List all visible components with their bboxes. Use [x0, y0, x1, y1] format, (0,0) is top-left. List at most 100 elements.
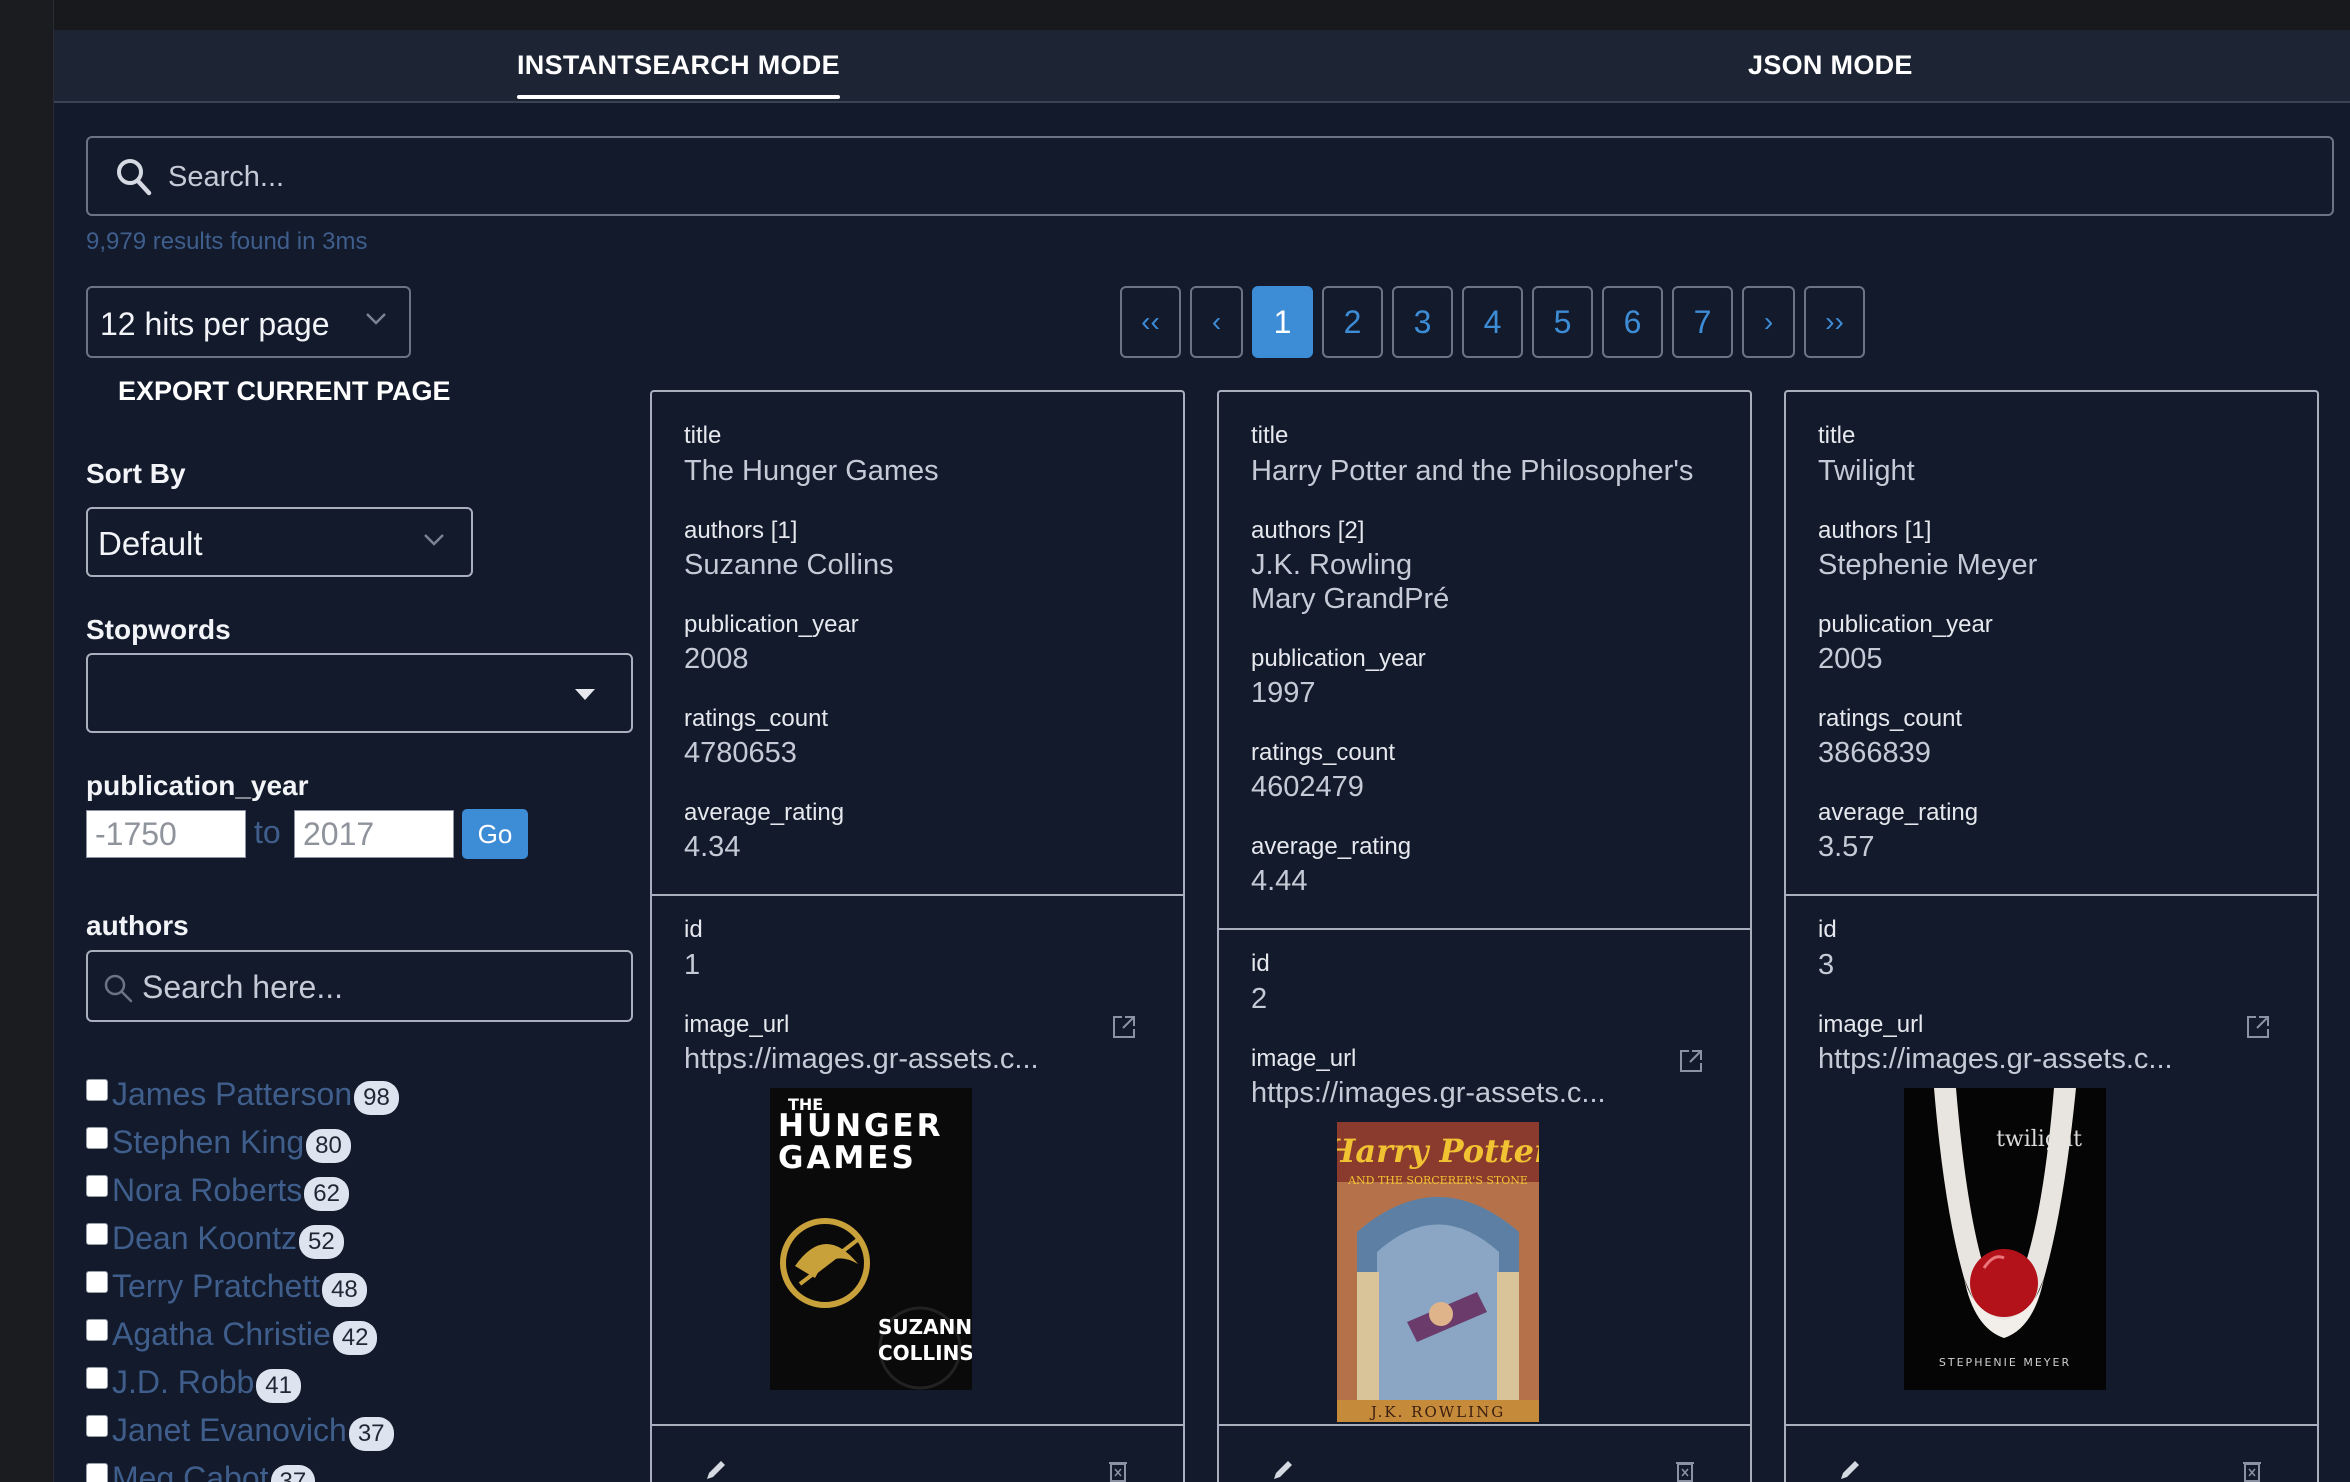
- pagination-page-7[interactable]: 7: [1672, 286, 1733, 358]
- field-label: id: [1818, 916, 1837, 943]
- facet-item-name[interactable]: Stephen King: [112, 1124, 304, 1161]
- facet-checkbox[interactable]: [86, 1127, 108, 1149]
- facet-item-name[interactable]: Terry Pratchett: [112, 1268, 320, 1305]
- open-external-icon[interactable]: [1111, 1014, 1137, 1040]
- hit-publication-year: 2005: [1818, 643, 1883, 675]
- search-icon: [104, 974, 133, 1003]
- edit-pencil-icon[interactable]: [1838, 1458, 1862, 1482]
- facet-item[interactable]: Stephen King 80: [86, 1118, 646, 1166]
- facet-item[interactable]: Janet Evanovich 37: [86, 1406, 646, 1454]
- hit-publication-year: 2008: [684, 643, 749, 675]
- hit-image-url[interactable]: https://images.gr-assets.c...: [1818, 1042, 2288, 1076]
- hit-ratings-count: 4602479: [1251, 771, 1364, 803]
- pagination-next-button[interactable]: ›: [1742, 286, 1795, 358]
- hit-card: title The Hunger Games authors [1] Suzan…: [650, 390, 1185, 1482]
- left-strip: [0, 0, 54, 1482]
- pagination-page-5[interactable]: 5: [1532, 286, 1593, 358]
- facet-item[interactable]: J.D. Robb 41: [86, 1358, 646, 1406]
- facet-checkbox[interactable]: [86, 1223, 108, 1245]
- pagination-page-2[interactable]: 2: [1322, 286, 1383, 358]
- sort-by-value: Default: [98, 525, 203, 562]
- publication-year-max-input[interactable]: [294, 810, 454, 858]
- facet-item-name[interactable]: James Patterson: [112, 1076, 352, 1113]
- hit-author: Mary GrandPré: [1251, 583, 1450, 615]
- delete-icon[interactable]: [1676, 1460, 1694, 1482]
- field-label: publication_year: [1251, 645, 1426, 672]
- search-box[interactable]: [86, 136, 2334, 216]
- range-go-button[interactable]: Go: [462, 809, 528, 859]
- facet-item-count: 48: [322, 1273, 367, 1307]
- hits-per-page-value: 12 hits per page: [100, 306, 330, 342]
- facet-item[interactable]: Meg Cabot 37: [86, 1454, 646, 1482]
- results-stats: 9,979 results found in 3ms: [86, 228, 368, 255]
- field-label: title: [1251, 422, 1289, 449]
- pagination-page-1[interactable]: 1: [1252, 286, 1313, 358]
- hit-card-meta-section: id 3 image_url https://images.gr-assets.…: [1786, 894, 2317, 1424]
- pagination-prev-button[interactable]: ‹: [1190, 286, 1243, 358]
- authors-facet-search-input[interactable]: [142, 964, 612, 1010]
- facet-item-name[interactable]: Nora Roberts: [112, 1172, 302, 1209]
- field-label: id: [1251, 950, 1270, 977]
- caret-down-icon: [575, 689, 595, 700]
- svg-text:SUZANNE: SUZANNE: [878, 1315, 972, 1339]
- hit-image-url[interactable]: https://images.gr-assets.c...: [684, 1042, 1154, 1076]
- hit-card-actions: [1786, 1424, 2317, 1482]
- field-label: authors [1]: [1818, 517, 1932, 544]
- facet-item[interactable]: Agatha Christie 42: [86, 1310, 646, 1358]
- hit-card: title Harry Potter and the Philosopher's…: [1217, 390, 1752, 1482]
- search-input[interactable]: [168, 152, 2268, 202]
- facet-checkbox[interactable]: [86, 1271, 108, 1293]
- book-cover-image: THE HUNGER GAMES SUZANNE COLLINS: [770, 1088, 972, 1390]
- svg-text:GAMES: GAMES: [778, 1140, 917, 1176]
- facet-item[interactable]: Nora Roberts 62: [86, 1166, 646, 1214]
- pagination-last-button[interactable]: ››: [1804, 286, 1865, 358]
- hit-title: Twilight: [1818, 455, 1915, 487]
- stopwords-select[interactable]: [86, 653, 633, 733]
- stopwords-label: Stopwords: [86, 614, 231, 645]
- delete-icon[interactable]: [1109, 1460, 1127, 1482]
- hit-author: J.K. Rowling: [1251, 549, 1413, 581]
- facet-item-name[interactable]: Meg Cabot: [112, 1460, 269, 1482]
- facet-checkbox[interactable]: [86, 1175, 108, 1197]
- authors-facet-label: authors: [86, 910, 189, 941]
- open-external-icon[interactable]: [1678, 1048, 1704, 1074]
- pagination-page-4[interactable]: 4: [1462, 286, 1523, 358]
- hit-image-url[interactable]: https://images.gr-assets.c...: [1251, 1076, 1721, 1110]
- facet-item-name[interactable]: Agatha Christie: [112, 1316, 331, 1353]
- pagination-page-6[interactable]: 6: [1602, 286, 1663, 358]
- facet-item[interactable]: Terry Pratchett 48: [86, 1262, 646, 1310]
- authors-facet-search[interactable]: [86, 950, 633, 1022]
- facet-checkbox[interactable]: [86, 1415, 108, 1437]
- hits-per-page-select[interactable]: 12 hits per page: [86, 286, 411, 358]
- facet-item-count: 37: [270, 1465, 316, 1482]
- facet-item[interactable]: James Patterson 98: [86, 1070, 646, 1118]
- field-label: publication_year: [684, 611, 859, 638]
- pagination-first-button[interactable]: ‹‹: [1120, 286, 1181, 358]
- pagination-page-3[interactable]: 3: [1392, 286, 1453, 358]
- tab-json-mode[interactable]: JSON MODE: [1748, 50, 1913, 81]
- publication-year-min-input[interactable]: [86, 810, 246, 858]
- tab-instantsearch-mode[interactable]: INSTANTSEARCH MODE: [517, 50, 840, 99]
- svg-text:AND THE SORCERER'S STONE: AND THE SORCERER'S STONE: [1347, 1174, 1528, 1187]
- book-cover-image: twilight STEPHENIE MEYER: [1904, 1088, 2106, 1390]
- delete-icon[interactable]: [2243, 1460, 2261, 1482]
- edit-pencil-icon[interactable]: [1271, 1458, 1295, 1482]
- facet-item[interactable]: Dean Koontz 52: [86, 1214, 646, 1262]
- facet-checkbox[interactable]: [86, 1079, 108, 1101]
- open-external-icon[interactable]: [2245, 1014, 2271, 1040]
- field-label: image_url: [1818, 1011, 1924, 1038]
- facet-item-name[interactable]: Janet Evanovich: [112, 1412, 347, 1449]
- export-current-page-button[interactable]: EXPORT CURRENT PAGE: [118, 376, 451, 407]
- facet-item-name[interactable]: Dean Koontz: [112, 1220, 297, 1257]
- facet-item-count: 62: [304, 1177, 349, 1211]
- facet-checkbox[interactable]: [86, 1367, 108, 1389]
- facet-checkbox[interactable]: [86, 1319, 108, 1341]
- facet-item-name[interactable]: J.D. Robb: [112, 1364, 254, 1401]
- sort-by-select[interactable]: Default: [86, 507, 473, 577]
- facet-checkbox[interactable]: [86, 1463, 108, 1482]
- edit-pencil-icon[interactable]: [704, 1458, 728, 1482]
- hit-id: 1: [684, 949, 701, 981]
- field-label: image_url: [1251, 1045, 1357, 1072]
- field-label: publication_year: [1818, 611, 1993, 638]
- svg-text:HUNGER: HUNGER: [778, 1108, 944, 1144]
